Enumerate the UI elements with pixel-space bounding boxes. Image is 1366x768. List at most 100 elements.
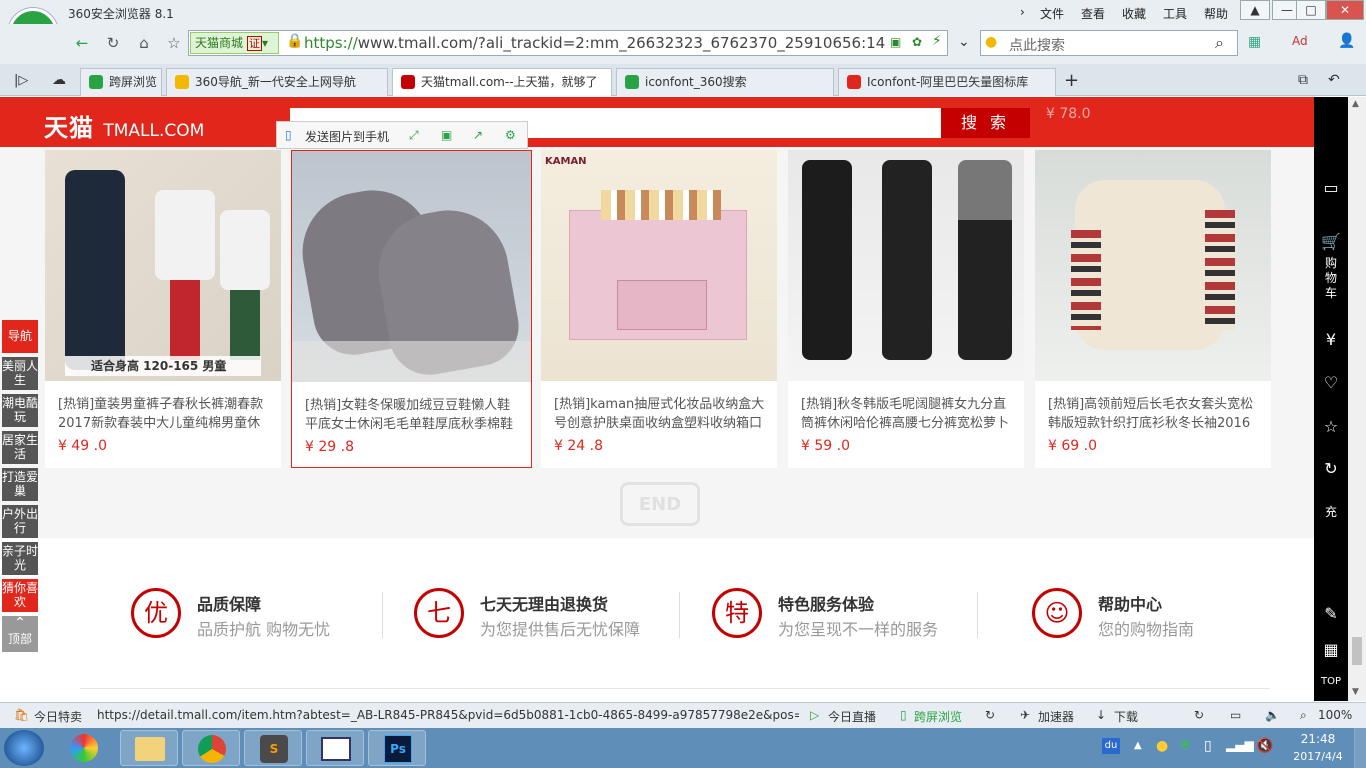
heart-icon[interactable]: ♡: [1314, 373, 1348, 392]
url-text[interactable]: https://www.tmall.com/?ali_trackid=2:mm_…: [304, 34, 886, 52]
user-icon[interactable]: 👤: [1338, 33, 1355, 49]
tab-tmall[interactable]: 天猫tmall.com--上天猫，就够了: [392, 68, 612, 96]
left-nav-electronics[interactable]: 潮电酷玩: [2, 394, 38, 427]
tmall-logo[interactable]: 天猫 TMALL.COM: [44, 108, 204, 143]
start-button[interactable]: [4, 730, 44, 766]
taskbar-app-pinwheel[interactable]: [56, 730, 114, 766]
taskbar-app-window[interactable]: [306, 730, 364, 766]
product-image[interactable]: [788, 150, 1024, 381]
menu-tools[interactable]: 工具: [1163, 5, 1187, 22]
skin-button[interactable]: ▲: [1240, 0, 1270, 20]
product-title[interactable]: [热销]高领前短后长毛衣女套头宽松韩版短款针织打底衫秋冬长袖2016: [1048, 395, 1260, 433]
device-icon[interactable]: ▯: [1204, 738, 1212, 754]
tab-360-nav[interactable]: 360导航_新一代安全上网导航: [166, 68, 388, 96]
accelerator-link[interactable]: 加速器: [1038, 708, 1074, 725]
cart-label[interactable]: 购物车: [1314, 256, 1348, 301]
menu-file[interactable]: 文件: [1040, 5, 1064, 22]
cart-icon[interactable]: 🛒: [1314, 232, 1348, 251]
expand-icon[interactable]: ⤢: [409, 128, 419, 143]
screenshot-icon[interactable]: ▣: [890, 35, 901, 49]
zoom-level[interactable]: 100%: [1318, 708, 1352, 722]
left-nav-nest[interactable]: 打造爱巢: [2, 468, 38, 501]
search-engine-icon[interactable]: ●: [985, 34, 997, 50]
tab-iconfont-alibaba[interactable]: Iconfont-阿里巴巴矢量图标库: [838, 68, 1056, 96]
show-desktop-button[interactable]: [1354, 728, 1366, 768]
search-icon[interactable]: ⌕: [1215, 33, 1224, 53]
sidebar-toggle-icon[interactable]: |▷: [14, 73, 28, 88]
cloud-icon[interactable]: ☁: [52, 72, 66, 88]
apps-icon[interactable]: ▦: [1248, 34, 1261, 50]
clock-time[interactable]: 21:48: [1290, 732, 1346, 746]
product-title[interactable]: [热销]kaman抽屉式化妆品收纳盒大号创意护肤桌面收纳盒塑料收纳箱口: [554, 395, 766, 433]
volume-icon[interactable]: 🔇: [1256, 738, 1273, 754]
left-nav-home[interactable]: 居家生活: [2, 431, 38, 464]
refresh-circle-icon[interactable]: ↻: [985, 708, 995, 722]
undo-close-icon[interactable]: ↶: [1328, 72, 1340, 88]
tmall-search-button[interactable]: 搜 索: [941, 108, 1030, 138]
search-input[interactable]: ● 点此搜索 ⌕: [980, 30, 1238, 56]
rocket-icon[interactable]: ✈: [1020, 708, 1030, 722]
live-link[interactable]: 今日直播: [828, 708, 876, 725]
product-title[interactable]: [热销]秋冬韩版毛呢阔腿裤女九分直筒裤休闲哈伦裤高腰七分裤宽松萝卜: [801, 395, 1013, 433]
product-title[interactable]: [热销]女鞋冬保暖加绒豆豆鞋懒人鞋平底女士休闲毛毛单鞋厚底秋季棉鞋: [305, 396, 517, 434]
history-icon[interactable]: ↻: [1314, 459, 1348, 478]
taskbar-app-sublime[interactable]: S: [244, 730, 302, 766]
edit-icon[interactable]: ✎: [1314, 604, 1348, 623]
recycle-icon[interactable]: ✿: [912, 35, 922, 49]
menu-chevron-icon[interactable]: ›: [1020, 5, 1025, 19]
volume-icon[interactable]: 🔈: [1265, 708, 1280, 722]
network-icon[interactable]: ▂▄▆: [1226, 738, 1254, 752]
live-icon[interactable]: ▷: [810, 708, 819, 722]
refresh-button[interactable]: ↻: [101, 31, 125, 55]
favorite-star-button[interactable]: ☆: [162, 31, 186, 55]
product-card[interactable]: [热销]秋冬韩版毛呢阔腿裤女九分直筒裤休闲哈伦裤高腰七分裤宽松萝卜 ¥ 59 .…: [788, 150, 1024, 468]
left-nav-outdoor[interactable]: 户外出行: [2, 505, 38, 538]
home-button[interactable]: ⌂: [132, 31, 156, 55]
close-button[interactable]: ✕: [1326, 0, 1364, 20]
left-nav-top[interactable]: ⌃ 顶部: [2, 616, 38, 652]
cross-screen-link[interactable]: 跨屏浏览: [914, 708, 962, 725]
download-icon[interactable]: ↓: [1096, 708, 1106, 722]
scroll-down-icon[interactable]: ▼: [1352, 687, 1359, 697]
menu-view[interactable]: 查看: [1081, 5, 1105, 22]
scroll-up-icon[interactable]: ▲: [1352, 99, 1359, 109]
speed-icon[interactable]: ⚡: [932, 33, 942, 49]
bag-icon[interactable]: ▭: [1314, 178, 1348, 197]
new-tab-button[interactable]: +: [1064, 70, 1079, 91]
deals-icon[interactable]: 🛍: [14, 708, 29, 722]
url-dropdown-icon[interactable]: ⌄: [958, 34, 970, 50]
left-nav-guide[interactable]: 导航: [2, 320, 38, 353]
tray-360-icon[interactable]: ●: [1156, 738, 1168, 754]
taskbar-app-chrome[interactable]: [182, 730, 240, 766]
product-image[interactable]: [292, 151, 531, 382]
settings-icon[interactable]: ⚙: [505, 128, 516, 142]
left-nav-family[interactable]: 亲子时光: [2, 542, 38, 575]
product-card[interactable]: KAMAN [热销]kaman抽屉式化妆品收纳盒大号创意护肤桌面收纳盒塑料收纳箱…: [541, 150, 777, 468]
mall-badge[interactable]: 天猫商城证 ▾: [190, 32, 279, 54]
scrollbar-thumb[interactable]: [1352, 637, 1362, 665]
zoom-icon[interactable]: ⌕: [1300, 708, 1307, 723]
send-to-phone-button[interactable]: 发送图片到手机: [305, 128, 389, 145]
back-button[interactable]: ←: [70, 31, 94, 55]
product-title[interactable]: [热销]童装男童裤子春秋长裤潮春款2017新款春装中大儿童纯棉男童休: [58, 395, 270, 433]
restore-tabs-icon[interactable]: ⧉: [1298, 72, 1308, 88]
product-image[interactable]: KAMAN: [541, 150, 777, 381]
product-card[interactable]: [热销]女鞋冬保暖加绒豆豆鞋懒人鞋平底女士休闲毛毛单鞋厚底秋季棉鞋 ¥ 29 .…: [291, 150, 532, 468]
shield-icon[interactable]: ⛨: [1180, 738, 1191, 754]
vertical-scrollbar[interactable]: ▲ ▼: [1348, 97, 1366, 701]
star-icon[interactable]: ☆: [1314, 417, 1348, 436]
left-nav-beauty[interactable]: 美丽人生: [2, 357, 38, 390]
clock-date[interactable]: 2017/4/4: [1290, 750, 1346, 763]
menu-favorites[interactable]: 收藏: [1122, 5, 1146, 22]
recharge-icon[interactable]: 充: [1314, 503, 1348, 520]
qr-code-icon[interactable]: ▦: [1314, 640, 1348, 659]
tray-expand-icon[interactable]: ▲: [1134, 740, 1142, 751]
pdf-icon[interactable]: Ad: [1292, 34, 1308, 48]
product-card[interactable]: 适合身高 120-165 男童 [热销]童装男童裤子春秋长裤潮春款2017新款春…: [45, 150, 281, 468]
left-nav-guess[interactable]: 猜你喜欢: [2, 579, 38, 612]
product-image[interactable]: 适合身高 120-165 男童: [45, 150, 281, 381]
menu-help[interactable]: 帮助: [1204, 5, 1228, 22]
phone-send-icon[interactable]: ▯: [285, 128, 292, 142]
asset-icon[interactable]: ¥: [1314, 330, 1348, 349]
refresh-icon[interactable]: ↻: [1194, 708, 1204, 722]
